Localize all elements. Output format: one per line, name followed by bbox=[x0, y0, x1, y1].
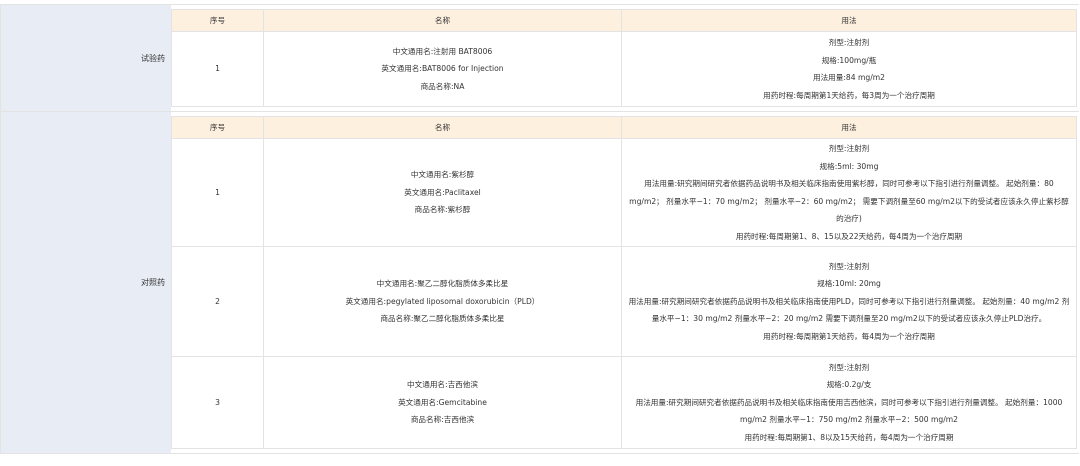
usage-line: 用药时程:每周期第1、8、15以及22天给药，每4周为一个治疗周期 bbox=[735, 231, 963, 241]
usage-line: 剂型:注射剂 bbox=[828, 144, 870, 153]
name-line: 中文通用名:吉西他滨 bbox=[407, 380, 478, 390]
usage-line: 规格:10ml: 20mg bbox=[817, 279, 881, 289]
usage-line: 用法用量:研究期间研究者依据药品说明书及相关临床指南使用紫杉醇，同时可参考以下指… bbox=[629, 179, 1069, 223]
usage-line: 剂型:注射剂 bbox=[828, 261, 870, 271]
name-line: 商品名称:NA bbox=[420, 81, 465, 91]
test-drug-section: 试验药 序号 名称 用法 1 中文通用名:注射用 BAT8006 英文通用名:B… bbox=[1, 5, 1079, 112]
usage-line: 规格:5ml: 30mg bbox=[819, 161, 879, 171]
name-line: 商品名称:聚乙二醇化脂质体多柔比星 bbox=[380, 314, 505, 324]
table-header-row: 序号 名称 用法 bbox=[171, 116, 1077, 139]
name-line: 商品名称:吉西他滨 bbox=[410, 415, 475, 425]
table-row: 1 中文通用名:注射用 BAT8006 英文通用名:BAT8006 for In… bbox=[171, 31, 1077, 107]
row-usage-cell: 剂型:注射剂 规格:100mg/瓶 用法用量:84 mg/m2 用药时程:每周期… bbox=[621, 31, 1077, 107]
header-no: 序号 bbox=[171, 9, 264, 32]
row-name-cell: 中文通用名:吉西他滨 英文通用名:Gemcitabine 商品名称:吉西他滨 bbox=[263, 356, 622, 449]
name-line: 英文通用名:pegylated liposomal doxorubicin（PL… bbox=[345, 296, 540, 306]
header-no: 序号 bbox=[171, 116, 264, 139]
header-name: 名称 bbox=[263, 9, 622, 32]
table-header-row: 序号 名称 用法 bbox=[171, 9, 1077, 32]
row-no: 1 bbox=[171, 138, 264, 247]
test-drug-label: 试验药 bbox=[1, 5, 171, 111]
control-drug-table: 序号 名称 用法 1 中文通用名:紫杉醇 英文通用名:Paclitaxel 商品… bbox=[171, 116, 1077, 449]
usage-line: 用法用量:84 mg/m2 bbox=[812, 73, 885, 82]
usage-line: 用法用量:研究期间研究者依据药品说明书及相关临床指南使用吉西他滨，同时可参考以下… bbox=[635, 397, 1063, 425]
row-no: 3 bbox=[171, 356, 264, 449]
table-row: 2 中文通用名:聚乙二醇化脂质体多柔比星 英文通用名:pegylated lip… bbox=[171, 246, 1077, 357]
table-row: 3 中文通用名:吉西他滨 英文通用名:Gemcitabine 商品名称:吉西他滨… bbox=[171, 356, 1077, 449]
usage-line: 规格:0.2g/支 bbox=[826, 380, 872, 390]
name-line: 英文通用名:BAT8006 for Injection bbox=[381, 64, 504, 74]
table-row: 1 中文通用名:紫杉醇 英文通用名:Paclitaxel 商品名称:紫杉醇 剂型… bbox=[171, 138, 1077, 247]
header-usage: 用法 bbox=[621, 9, 1077, 32]
usage-line: 规格:100mg/瓶 bbox=[821, 55, 877, 65]
header-name: 名称 bbox=[263, 116, 622, 139]
name-line: 中文通用名:注射用 BAT8006 bbox=[392, 46, 493, 56]
control-drug-label: 对照药 bbox=[1, 112, 171, 453]
row-name-cell: 中文通用名:聚乙二醇化脂质体多柔比星 英文通用名:pegylated lipos… bbox=[263, 246, 622, 357]
usage-line: 剂型:注射剂 bbox=[828, 362, 870, 372]
name-line: 英文通用名:Gemcitabine bbox=[398, 397, 487, 407]
name-line: 中文通用名:紫杉醇 bbox=[410, 170, 475, 180]
name-line: 中文通用名:聚乙二醇化脂质体多柔比星 bbox=[376, 279, 509, 289]
usage-line: 用药时程:每周期第1、8以及15天给药，每4周为一个治疗周期 bbox=[744, 432, 954, 442]
usage-line: 剂型:注射剂 bbox=[828, 38, 870, 47]
drug-info-panel: 试验药 序号 名称 用法 1 中文通用名:注射用 BAT8006 英文通用名:B… bbox=[0, 4, 1079, 454]
usage-line: 用法用量:研究期间研究者依据药品说明书及相关临床指南使用PLD，同时可参考以下指… bbox=[628, 296, 1070, 324]
test-drug-table: 序号 名称 用法 1 中文通用名:注射用 BAT8006 英文通用名:BAT80… bbox=[171, 9, 1077, 107]
row-name-cell: 中文通用名:注射用 BAT8006 英文通用名:BAT8006 for Inje… bbox=[263, 31, 622, 107]
row-usage-cell: 剂型:注射剂 规格:5ml: 30mg 用法用量:研究期间研究者依据药品说明书及… bbox=[621, 138, 1077, 247]
name-line: 商品名称:紫杉醇 bbox=[414, 205, 471, 215]
usage-line: 用药时程:每周期第1天给药，每3周为一个治疗周期 bbox=[763, 90, 935, 100]
name-line: 英文通用名:Paclitaxel bbox=[404, 187, 481, 197]
row-no: 1 bbox=[171, 31, 264, 107]
usage-line: 用药时程:每周期第1天给药，每4周为一个治疗周期 bbox=[763, 331, 935, 341]
row-no: 2 bbox=[171, 246, 264, 357]
row-usage-cell: 剂型:注射剂 规格:0.2g/支 用法用量:研究期间研究者依据药品说明书及相关临… bbox=[621, 356, 1077, 449]
row-usage-cell: 剂型:注射剂 规格:10ml: 20mg 用法用量:研究期间研究者依据药品说明书… bbox=[621, 246, 1077, 357]
row-name-cell: 中文通用名:紫杉醇 英文通用名:Paclitaxel 商品名称:紫杉醇 bbox=[263, 138, 622, 247]
header-usage: 用法 bbox=[621, 116, 1077, 139]
control-drug-section: 对照药 序号 名称 用法 1 中文通用名:紫杉醇 英文通用名:Paclitaxe… bbox=[1, 112, 1079, 453]
